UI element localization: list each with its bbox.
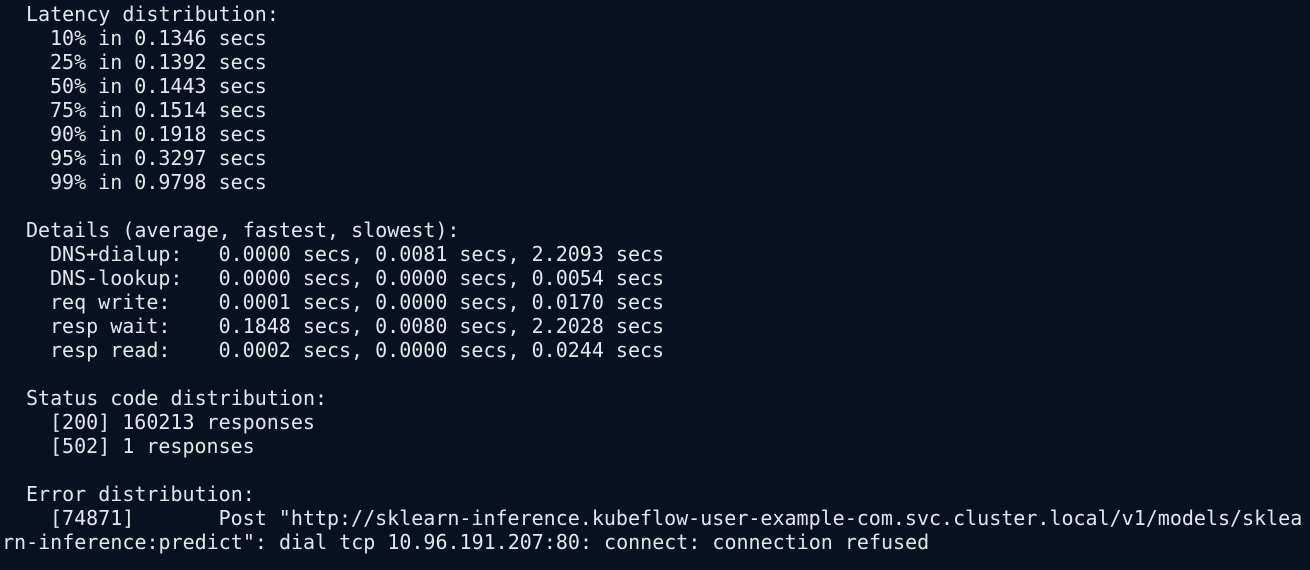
error-row: [74871] Post "http://sklearn-inference.k… — [50, 506, 1303, 530]
status-code-row: [200] 160213 responses — [50, 410, 315, 434]
status-code-heading: Status code distribution: — [26, 386, 328, 410]
error-row-continuation: rn-inference:predict": dial tcp 10.96.19… — [2, 530, 930, 554]
latency-row: 90% in 0.1918 secs — [50, 122, 267, 146]
terminal-window[interactable]: Latency distribution: 10% in 0.1346 secs… — [0, 0, 1310, 570]
latency-row: 99% in 0.9798 secs — [50, 170, 267, 194]
details-row: DNS-lookup: 0.0000 secs, 0.0000 secs, 0.… — [50, 266, 665, 290]
latency-row: 25% in 0.1392 secs — [50, 50, 267, 74]
error-distribution-heading: Error distribution: — [26, 482, 255, 506]
details-row: DNS+dialup: 0.0000 secs, 0.0081 secs, 2.… — [50, 242, 665, 266]
details-row: resp wait: 0.1848 secs, 0.0080 secs, 2.2… — [50, 314, 665, 338]
details-heading: Details (average, fastest, slowest): — [26, 218, 460, 242]
latency-row: 10% in 0.1346 secs — [50, 26, 267, 50]
status-code-row: [502] 1 responses — [50, 434, 255, 458]
latency-row: 50% in 0.1443 secs — [50, 74, 267, 98]
details-row: resp read: 0.0002 secs, 0.0000 secs, 0.0… — [50, 338, 665, 362]
details-row: req write: 0.0001 secs, 0.0000 secs, 0.0… — [50, 290, 665, 314]
latency-row: 95% in 0.3297 secs — [50, 146, 267, 170]
latency-distribution-heading: Latency distribution: — [26, 2, 279, 26]
latency-row: 75% in 0.1514 secs — [50, 98, 267, 122]
